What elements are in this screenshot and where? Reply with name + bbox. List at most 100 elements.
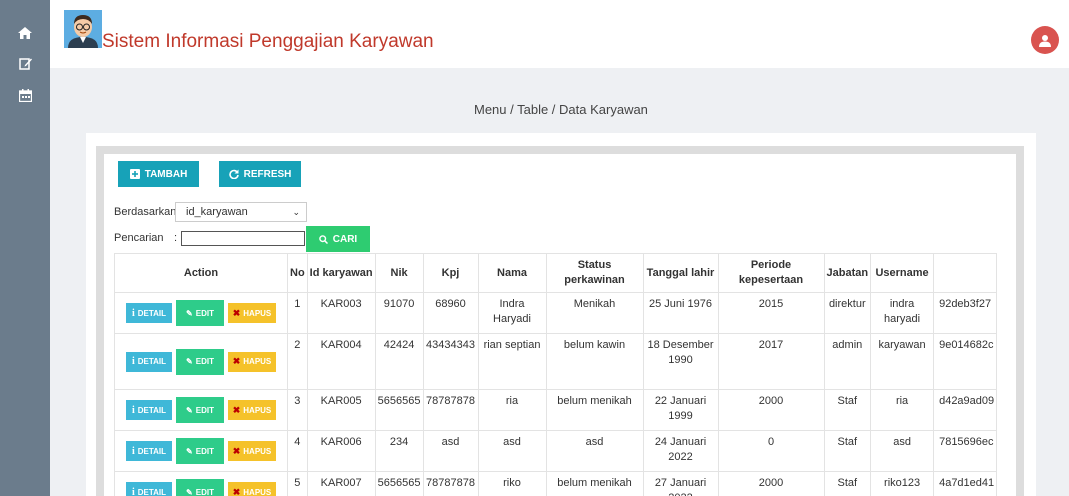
table-cell-jabatan: direktur xyxy=(823,292,872,334)
delete-button-label: HAPUS xyxy=(243,405,272,415)
edit-icon[interactable] xyxy=(17,56,33,70)
table-cell-nik: 5656565 xyxy=(374,389,424,431)
table-cell-status: belum menikah xyxy=(545,471,644,496)
table-cell-periode: 2000 xyxy=(717,471,825,496)
action-cell: i DETAIL ✎ EDIT ✖ HAPUS xyxy=(114,389,288,431)
delete-button[interactable]: ✖ HAPUS xyxy=(228,441,276,461)
close-icon: ✖ xyxy=(232,356,241,366)
info-icon: i xyxy=(131,404,135,416)
edit-icon: ✎ xyxy=(186,446,193,456)
table-row: i DETAIL ✎ EDIT ✖ HAPUS 4 KAR006 234 asd asd asd 24 … xyxy=(114,430,998,472)
edit-button-label: EDIT xyxy=(195,357,214,366)
table-cell-no: 1 xyxy=(287,292,308,334)
breadcrumb: Menu / Table / Data Karyawan xyxy=(474,102,648,117)
column-header: Nik xyxy=(374,253,424,293)
table-cell-nama: asd xyxy=(477,430,547,472)
table-panel: TAMBAH REFRESH Berdasarkan: id_karyawan … xyxy=(104,154,1016,496)
table-cell-jabatan: Staf xyxy=(823,430,872,472)
column-header xyxy=(933,253,998,293)
table-cell-kpj: asd xyxy=(422,430,479,472)
table-cell-tgl: 24 Januari 2022 xyxy=(642,430,719,472)
table-cell-pw: 4a7d1ed41 xyxy=(933,471,998,496)
detail-button-label: DETAIL xyxy=(137,446,167,456)
sidebar xyxy=(0,0,50,496)
home-icon[interactable] xyxy=(17,26,33,40)
search-button[interactable]: CARI xyxy=(306,226,370,252)
table-cell-tgl: 22 Januari 1999 xyxy=(642,389,719,431)
refresh-button[interactable]: REFRESH xyxy=(219,161,301,187)
chevron-down-icon: ⌄ xyxy=(292,207,300,217)
action-cell: i DETAIL ✎ EDIT ✖ HAPUS xyxy=(114,292,288,334)
app-title: Sistem Informasi Penggajian Karyawan xyxy=(102,31,434,52)
edit-button-label: EDIT xyxy=(195,446,214,456)
delete-button-label: HAPUS xyxy=(243,446,272,456)
info-icon: i xyxy=(131,356,135,367)
detail-button[interactable]: i DETAIL xyxy=(126,482,172,496)
edit-button[interactable]: ✎ EDIT xyxy=(176,479,224,496)
table-cell-nama: rian septian xyxy=(477,333,547,390)
filter-by-select[interactable]: id_karyawan ⌄ xyxy=(175,202,307,222)
table-cell-pw: 92deb3f27 xyxy=(933,292,998,334)
search-button-label: CARI xyxy=(332,233,358,245)
detail-button[interactable]: i DETAIL xyxy=(126,400,172,420)
table-cell-nik: 91070 xyxy=(374,292,424,334)
delete-button[interactable]: ✖ HAPUS xyxy=(228,400,276,420)
close-icon: ✖ xyxy=(232,307,241,318)
table-cell-username: karyawan xyxy=(870,333,935,390)
table-cell-username: ria xyxy=(870,389,935,431)
edit-button[interactable]: ✎ EDIT xyxy=(176,348,224,375)
action-cell: i DETAIL ✎ EDIT ✖ HAPUS xyxy=(114,430,288,472)
delete-button[interactable]: ✖ HAPUS xyxy=(228,482,276,496)
table-cell-id: KAR006 xyxy=(306,430,376,472)
column-header: Periode kepesertaan xyxy=(717,253,825,293)
delete-button-label: HAPUS xyxy=(243,308,272,318)
table-cell-kpj: 78787878 xyxy=(422,389,479,431)
column-header: Action xyxy=(114,253,288,293)
column-header: Jabatan xyxy=(823,253,872,293)
edit-button[interactable]: ✎ EDIT xyxy=(176,300,224,326)
refresh-button-label: REFRESH xyxy=(243,168,292,180)
column-header: Tanggal lahir xyxy=(642,253,719,293)
search-separator: : xyxy=(174,232,178,244)
edit-icon: ✎ xyxy=(186,487,193,496)
edit-icon: ✎ xyxy=(186,405,193,415)
table-cell-pw: d42a9ad09 xyxy=(933,389,998,431)
delete-button[interactable]: ✖ HAPUS xyxy=(228,351,276,372)
detail-button[interactable]: i DETAIL xyxy=(126,441,172,461)
table-cell-status: Menikah xyxy=(545,292,644,334)
table-row: i DETAIL ✎ EDIT ✖ HAPUS 2 KAR004 42424 43434343 ri… xyxy=(114,333,998,390)
plus-square-icon xyxy=(129,169,140,179)
edit-icon: ✎ xyxy=(186,357,193,366)
table-cell-pw: 9e014682c xyxy=(933,333,998,390)
add-button-label: TAMBAH xyxy=(144,168,188,180)
table-cell-tgl: 27 Januari 2022 xyxy=(642,471,719,496)
edit-button[interactable]: ✎ EDIT xyxy=(176,397,224,423)
detail-button-label: DETAIL xyxy=(137,405,167,415)
table-cell-jabatan: Staf xyxy=(823,471,872,496)
edit-button[interactable]: ✎ EDIT xyxy=(176,438,224,464)
table-row: i DETAIL ✎ EDIT ✖ HAPUS 5 KAR007 5656565 78787878… xyxy=(114,471,998,496)
table-cell-nik: 234 xyxy=(374,430,424,472)
edit-button-label: EDIT xyxy=(195,487,214,496)
table-cell-periode: 2015 xyxy=(717,292,825,334)
close-icon: ✖ xyxy=(232,445,241,456)
table-cell-jabatan: admin xyxy=(823,333,872,390)
table-header-row: Action No Id karyawan Nik Kpj Nama Statu… xyxy=(114,253,998,293)
table-row: i DETAIL ✎ EDIT ✖ HAPUS 3 KAR005 5656565 78787878… xyxy=(114,389,998,431)
info-icon: i xyxy=(131,307,135,319)
edit-icon: ✎ xyxy=(186,308,193,318)
table-cell-status: belum kawin xyxy=(545,333,644,390)
detail-button[interactable]: i DETAIL xyxy=(126,303,172,323)
edit-button-label: EDIT xyxy=(195,308,214,318)
close-icon: ✖ xyxy=(232,404,241,415)
search-input[interactable] xyxy=(181,231,305,246)
info-icon: i xyxy=(131,445,135,457)
table-cell-no: 3 xyxy=(287,389,308,431)
table-cell-kpj: 43434343 xyxy=(422,333,479,390)
detail-button[interactable]: i DETAIL xyxy=(126,351,172,372)
table-row: i DETAIL ✎ EDIT ✖ HAPUS 1 KAR003 91070 68960 Indra… xyxy=(114,292,998,334)
add-button[interactable]: TAMBAH xyxy=(118,161,199,187)
calendar-icon[interactable] xyxy=(17,88,33,102)
user-menu-icon[interactable] xyxy=(1031,26,1059,54)
delete-button[interactable]: ✖ HAPUS xyxy=(228,303,276,323)
